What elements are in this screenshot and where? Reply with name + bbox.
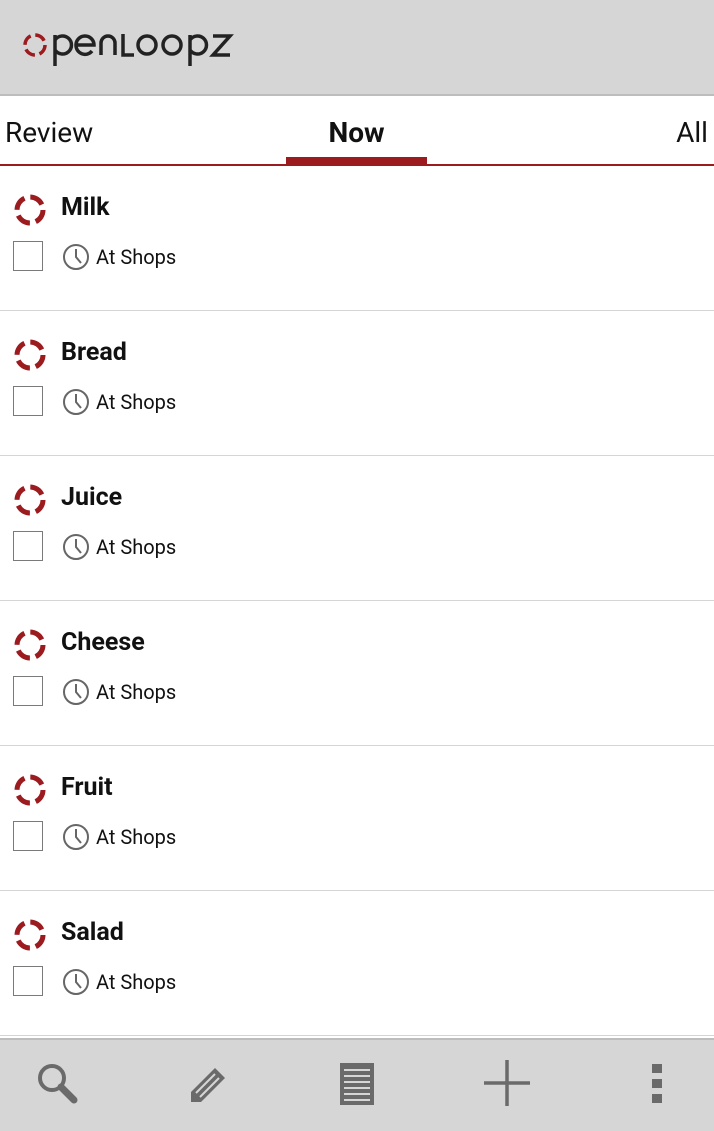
open-loop-icon bbox=[14, 194, 46, 226]
selected-tab-indicator bbox=[286, 157, 427, 165]
item-context: At Shops bbox=[96, 245, 177, 269]
loop-list[interactable]: Milk At Shops Bread At Shops Juice At Sh… bbox=[0, 166, 714, 1038]
list-view-button[interactable] bbox=[327, 1058, 387, 1118]
add-button[interactable] bbox=[477, 1058, 537, 1118]
item-title: Milk bbox=[61, 193, 110, 222]
app-bar bbox=[0, 0, 714, 96]
edit-button[interactable] bbox=[177, 1058, 237, 1118]
item-context: At Shops bbox=[96, 680, 177, 704]
item-title: Salad bbox=[61, 918, 124, 947]
open-loop-icon bbox=[14, 484, 46, 516]
list-item[interactable]: Juice At Shops bbox=[0, 456, 714, 601]
openloopz-logo bbox=[23, 33, 234, 66]
pencil-icon bbox=[191, 1068, 225, 1102]
search-button[interactable] bbox=[27, 1058, 87, 1118]
bottom-action-bar bbox=[0, 1038, 714, 1131]
item-title: Fruit bbox=[61, 773, 113, 802]
item-checkbox[interactable] bbox=[13, 241, 43, 271]
list-item[interactable]: Cheese At Shops bbox=[0, 601, 714, 746]
item-context: At Shops bbox=[96, 825, 177, 849]
item-title: Cheese bbox=[61, 628, 145, 657]
plus-icon bbox=[484, 1060, 530, 1106]
list-item[interactable]: Fruit At Shops bbox=[0, 746, 714, 891]
open-loop-icon bbox=[14, 919, 46, 951]
clock-icon bbox=[63, 244, 89, 270]
overflow-menu-icon bbox=[652, 1064, 662, 1103]
list-item[interactable]: Salad At Shops bbox=[0, 891, 714, 1036]
tab-review[interactable]: Review bbox=[5, 96, 93, 164]
list-icon bbox=[340, 1063, 374, 1105]
clock-icon bbox=[63, 969, 89, 995]
clock-icon bbox=[63, 679, 89, 705]
tab-all[interactable]: All bbox=[676, 96, 708, 164]
item-title: Bread bbox=[61, 338, 127, 367]
tab-bar: Review Now All bbox=[0, 96, 714, 166]
item-checkbox[interactable] bbox=[13, 676, 43, 706]
clock-icon bbox=[63, 389, 89, 415]
list-item[interactable]: Milk At Shops bbox=[0, 166, 714, 311]
open-loop-icon bbox=[14, 339, 46, 371]
open-loop-icon bbox=[14, 629, 46, 661]
open-loop-icon bbox=[14, 774, 46, 806]
item-checkbox[interactable] bbox=[13, 386, 43, 416]
item-title: Juice bbox=[61, 483, 123, 512]
item-checkbox[interactable] bbox=[13, 966, 43, 996]
clock-icon bbox=[63, 824, 89, 850]
list-item[interactable]: Bread At Shops bbox=[0, 311, 714, 456]
item-checkbox[interactable] bbox=[13, 821, 43, 851]
item-checkbox[interactable] bbox=[13, 531, 43, 561]
item-context: At Shops bbox=[96, 390, 177, 414]
overflow-menu-button[interactable] bbox=[627, 1058, 687, 1118]
clock-icon bbox=[63, 534, 89, 560]
item-context: At Shops bbox=[96, 535, 177, 559]
search-icon bbox=[38, 1064, 78, 1104]
tab-now[interactable]: Now bbox=[286, 96, 427, 164]
item-context: At Shops bbox=[96, 970, 177, 994]
